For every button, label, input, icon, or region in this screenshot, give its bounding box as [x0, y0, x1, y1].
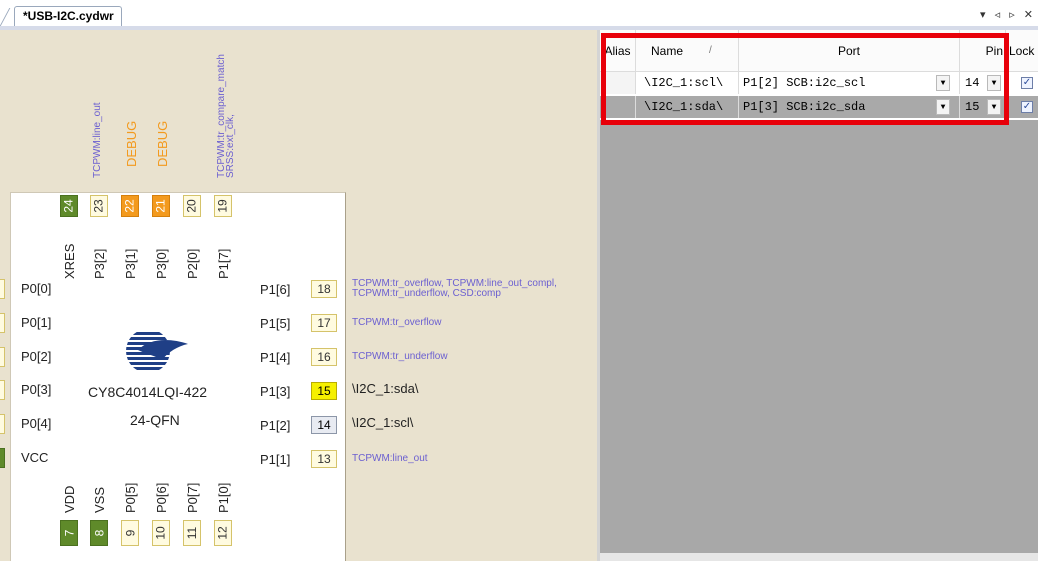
panel-scroll-area — [600, 553, 1038, 561]
pin-number: 23 — [91, 199, 106, 213]
right-pin-function-label: TCPWM:tr_overflow, TCPWM:line_out_compl,… — [352, 278, 557, 299]
pin-number: 16 — [317, 350, 331, 364]
bottom-pin-port-8: VSS — [92, 486, 107, 513]
pin-number: 24 — [61, 199, 76, 213]
pin-number: 20 — [184, 199, 199, 213]
top-pin-23[interactable]: 23 — [90, 195, 108, 217]
right-pin-function-label: TCPWM:tr_underflow — [352, 351, 448, 362]
right-pin-16[interactable]: 16 — [311, 348, 337, 366]
pin-number: 21 — [153, 199, 168, 213]
left-pin-P0[3][interactable] — [0, 380, 5, 400]
bottom-pin-port-7: VDD — [62, 485, 77, 513]
top-pin-function-label: DEBUG — [124, 120, 139, 167]
right-pin-17[interactable]: 17 — [311, 314, 337, 332]
bottom-pin-12[interactable]: 12 — [214, 520, 232, 546]
right-pin-port-label: P1[3] — [260, 384, 291, 399]
top-pin-24[interactable]: 24 — [60, 195, 78, 217]
pin-number: 19 — [215, 199, 230, 213]
left-pin-P0[2][interactable] — [0, 347, 5, 367]
pin-number: 10 — [153, 526, 168, 540]
bottom-pin-port-11: P0[7] — [185, 482, 200, 513]
document-tab-bar — [0, 0, 1038, 28]
top-pin-port-21: P3[0] — [154, 248, 169, 279]
left-pin-P0[0][interactable] — [0, 279, 5, 299]
pin-number: 14 — [317, 418, 331, 432]
left-pin-port-label: P0[2] — [21, 349, 52, 364]
lock-cell: ✓ — [1006, 72, 1038, 94]
top-pin-port-24: XRES — [62, 243, 77, 279]
left-pin-port-label: P0[4] — [21, 416, 52, 431]
bottom-pin-8[interactable]: 8 — [90, 520, 108, 546]
highlight-annotation-box — [601, 33, 1009, 125]
bottom-pin-port-9: P0[5] — [123, 482, 138, 513]
right-pin-function-label: \I2C_1:sda\ — [352, 381, 419, 396]
pin-number: 13 — [317, 452, 331, 466]
lock-checkbox[interactable]: ✓ — [1021, 77, 1033, 89]
chip-package-name: 24-QFN — [130, 412, 180, 428]
right-pin-port-label: P1[6] — [260, 282, 291, 297]
right-pin-port-label: P1[5] — [260, 316, 291, 331]
pin-number: 22 — [122, 199, 137, 213]
bottom-pin-port-12: P1[0] — [216, 482, 231, 513]
pin-diagram-canvas[interactable]: 24 XRES 23 P3[2] TCPWM:line_out 22 P3[1] DEBUG 2… — [0, 30, 597, 561]
top-pin-function-label: SRSS:ext_clk, — [225, 114, 236, 178]
top-pin-port-19: P1[7] — [216, 248, 231, 279]
left-pin-VCC[interactable] — [0, 448, 5, 468]
pin-number: 8 — [92, 529, 106, 537]
pin-number: 15 — [317, 384, 331, 398]
left-pin-port-label: P0[0] — [21, 281, 52, 296]
right-pin-13[interactable]: 13 — [311, 450, 337, 468]
pin-number: 7 — [62, 529, 76, 537]
chip-body[interactable] — [10, 192, 346, 561]
pin-number: 12 — [215, 526, 230, 540]
left-pin-port-label: P0[1] — [21, 315, 52, 330]
right-pin-port-label: P1[1] — [260, 452, 291, 467]
tab-window-controls[interactable]: ▾ ◃ ▹ ✕ — [980, 8, 1036, 21]
chip-part-number: CY8C4014LQI-422 — [88, 384, 208, 400]
lock-cell: ✓ — [1006, 96, 1038, 118]
left-pin-port-label: P0[3] — [21, 382, 52, 397]
top-pin-19[interactable]: 19 — [214, 195, 232, 217]
right-pin-function-label: \I2C_1:scl\ — [352, 415, 414, 430]
right-pin-15[interactable]: 15 — [311, 382, 337, 400]
right-pin-function-label: TCPWM:tr_overflow — [352, 317, 442, 328]
top-pin-function-label: DEBUG — [155, 120, 170, 167]
left-pin-P0[1][interactable] — [0, 313, 5, 333]
right-pin-function-label: TCPWM:line_out — [352, 453, 428, 464]
lock-checkbox[interactable]: ✓ — [1021, 101, 1033, 113]
top-pin-port-22: P3[1] — [123, 248, 138, 279]
right-pin-18[interactable]: 18 — [311, 280, 337, 298]
cypress-logo-icon — [126, 332, 188, 370]
right-pin-14[interactable]: 14 — [311, 416, 337, 434]
top-pin-20[interactable]: 20 — [183, 195, 201, 217]
pin-number: 17 — [317, 316, 331, 330]
left-pin-P0[4][interactable] — [0, 414, 5, 434]
top-pin-port-20: P2[0] — [185, 248, 200, 279]
top-pin-port-23: P3[2] — [92, 248, 107, 279]
bottom-pin-10[interactable]: 10 — [152, 520, 170, 546]
bottom-pin-port-10: P0[6] — [154, 482, 169, 513]
top-pin-21[interactable]: 21 — [152, 195, 170, 217]
right-pin-port-label: P1[2] — [260, 418, 291, 433]
tab-usb-i2c-cydwr[interactable]: *USB-I2C.cydwr — [14, 6, 122, 26]
pin-number: 9 — [123, 529, 137, 537]
left-pin-port-label: VCC — [21, 450, 49, 465]
pin-number: 11 — [185, 526, 199, 540]
bottom-pin-9[interactable]: 9 — [121, 520, 139, 546]
bottom-pin-7[interactable]: 7 — [60, 520, 78, 546]
lock-header-label: Lock — [1009, 43, 1035, 58]
top-pin-22[interactable]: 22 — [121, 195, 139, 217]
column-header-lock[interactable]: Lock — [1006, 30, 1038, 72]
pin-number: 18 — [317, 282, 331, 296]
right-pin-port-label: P1[4] — [260, 350, 291, 365]
bottom-pin-11[interactable]: 11 — [183, 520, 201, 546]
top-pin-function-label: TCPWM:line_out — [92, 102, 103, 178]
